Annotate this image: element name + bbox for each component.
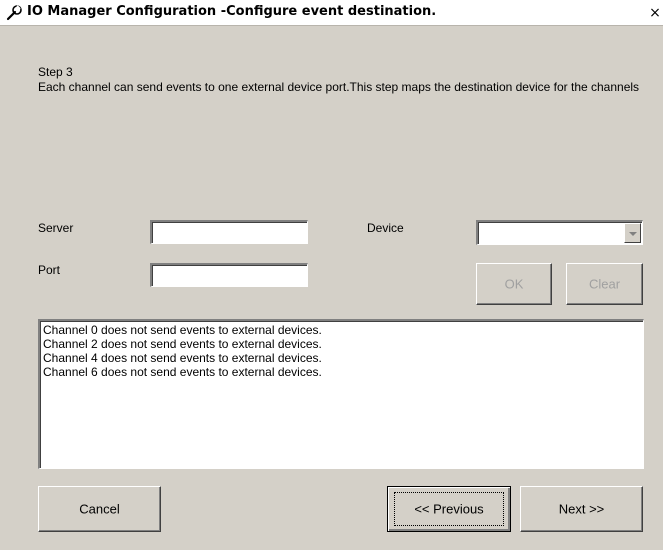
port-input[interactable] bbox=[150, 263, 308, 287]
step-label: Step 3 bbox=[38, 65, 73, 79]
previous-button-label: << Previous bbox=[414, 501, 484, 517]
step-description: Each channel can send events to one exte… bbox=[38, 80, 640, 94]
ok-button-label: OK bbox=[504, 276, 524, 292]
server-label: Server bbox=[38, 221, 74, 235]
close-icon[interactable]: × bbox=[647, 5, 663, 21]
device-select[interactable] bbox=[476, 220, 643, 245]
chevron-down-icon[interactable] bbox=[624, 223, 641, 243]
channel-list[interactable]: Channel 0 does not send events to extern… bbox=[38, 319, 644, 469]
wrench-icon bbox=[6, 5, 22, 21]
list-item[interactable]: Channel 0 does not send events to extern… bbox=[43, 323, 640, 337]
ok-button[interactable]: OK bbox=[476, 263, 552, 305]
list-item[interactable]: Channel 2 does not send events to extern… bbox=[43, 337, 640, 351]
clear-button-label: Clear bbox=[588, 276, 621, 292]
list-item[interactable]: Channel 4 does not send events to extern… bbox=[43, 351, 640, 365]
next-button-label: Next >> bbox=[558, 501, 605, 517]
server-input[interactable] bbox=[150, 220, 308, 244]
previous-button[interactable]: << Previous bbox=[387, 486, 511, 532]
title-bar: IO Manager Configuration -Configure even… bbox=[0, 0, 663, 26]
cancel-button[interactable]: Cancel bbox=[38, 486, 161, 532]
window-title: IO Manager Configuration -Configure even… bbox=[27, 4, 437, 19]
port-label: Port bbox=[38, 263, 61, 277]
cancel-button-label: Cancel bbox=[79, 501, 120, 517]
clear-button[interactable]: Clear bbox=[566, 263, 643, 305]
list-item[interactable]: Channel 6 does not send events to extern… bbox=[43, 365, 640, 379]
next-button[interactable]: Next >> bbox=[520, 486, 643, 532]
device-label: Device bbox=[367, 221, 404, 235]
